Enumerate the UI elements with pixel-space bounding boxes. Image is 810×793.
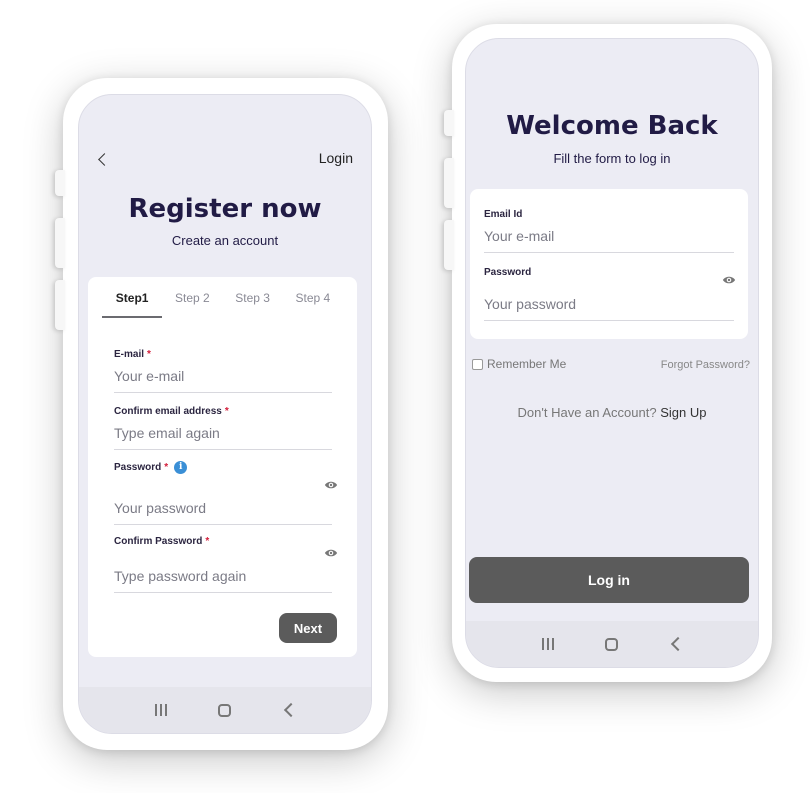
required-mark: * xyxy=(205,536,210,547)
next-button[interactable]: Next xyxy=(279,613,337,643)
chevron-left-icon[interactable] xyxy=(98,153,111,166)
password-field-group: Password * i Your password xyxy=(114,461,338,525)
login-form-card: Email Id Your e-mail Password Your passw… xyxy=(470,189,748,339)
recents-icon[interactable] xyxy=(154,704,167,716)
email-field-group: E-mail * Your e-mail xyxy=(114,349,332,393)
password-label: Password xyxy=(484,267,532,278)
password-input[interactable]: Your password xyxy=(484,296,734,321)
register-screen: Login Register now Create an account Ste… xyxy=(78,94,372,734)
email-label: Email Id xyxy=(484,209,523,220)
side-button xyxy=(444,110,454,136)
login-link[interactable]: Login xyxy=(319,150,353,166)
forgot-password-link[interactable]: Forgot Password? xyxy=(661,359,750,371)
eye-icon[interactable] xyxy=(722,273,736,287)
confirm-email-label: Confirm email address * xyxy=(114,406,332,417)
email-input[interactable]: Your e-mail xyxy=(484,228,734,253)
tab-step-4[interactable]: Step 4 xyxy=(283,287,343,318)
tab-step-3[interactable]: Step 3 xyxy=(223,287,283,318)
page-subtitle: Fill the form to log in xyxy=(553,151,671,166)
home-icon[interactable] xyxy=(217,703,231,717)
side-button xyxy=(444,158,454,208)
side-button xyxy=(55,218,65,268)
back-icon[interactable] xyxy=(670,636,685,652)
register-phone: Login Register now Create an account Ste… xyxy=(55,78,388,750)
password-label: Password * i xyxy=(114,461,332,474)
page-title: Register now xyxy=(128,194,322,224)
confirm-email-field-group: Confirm email address * Type email again xyxy=(114,406,332,450)
step-tabs: Step1 Step 2 Step 3 Step 4 xyxy=(102,287,343,318)
email-field-group: Email Id Your e-mail xyxy=(484,209,734,253)
password-input[interactable]: Your password xyxy=(114,500,332,525)
side-button xyxy=(55,170,65,196)
confirm-email-label-text: Confirm email address xyxy=(114,406,222,417)
required-mark: * xyxy=(164,462,169,474)
no-account-text: Don't Have an Account? xyxy=(517,405,657,420)
email-label-text: E-mail xyxy=(114,349,145,360)
remember-label: Remember Me xyxy=(487,357,567,371)
page-subtitle: Create an account xyxy=(171,233,279,248)
eye-icon[interactable] xyxy=(324,478,338,492)
confirm-password-label: Confirm Password * xyxy=(114,536,332,547)
login-phone: Welcome Back Fill the form to log in Ema… xyxy=(444,24,772,682)
android-nav-bar xyxy=(79,687,371,733)
signup-prompt: Don't Have an Account? Sign Up xyxy=(466,405,758,420)
remember-me[interactable]: Remember Me xyxy=(472,357,566,371)
info-icon[interactable]: i xyxy=(174,461,188,474)
tab-step-2[interactable]: Step 2 xyxy=(162,287,222,318)
login-screen: Welcome Back Fill the form to log in Ema… xyxy=(465,38,759,668)
back-icon[interactable] xyxy=(283,702,298,718)
password-field-group: Password Your password xyxy=(484,267,736,321)
remember-checkbox[interactable] xyxy=(472,358,483,370)
password-label-text: Password xyxy=(114,462,162,474)
tab-step-1[interactable]: Step1 xyxy=(102,287,163,318)
home-icon[interactable] xyxy=(604,637,618,651)
login-button[interactable]: Log in xyxy=(469,557,749,603)
confirm-password-input[interactable]: Type password again xyxy=(114,568,332,593)
register-form-card: Step1 Step 2 Step 3 Step 4 E-mail * Your … xyxy=(88,277,357,657)
email-label: E-mail * xyxy=(114,349,332,360)
android-nav-bar xyxy=(466,621,758,667)
required-mark: * xyxy=(147,349,151,360)
side-button xyxy=(55,280,65,330)
confirm-email-input[interactable]: Type email again xyxy=(114,425,332,450)
confirm-password-field-group: Confirm Password * Type password again xyxy=(114,536,338,593)
side-button xyxy=(444,220,454,270)
page-title: Welcome Back xyxy=(506,111,718,141)
confirm-password-label-text: Confirm Password xyxy=(114,536,203,547)
required-mark: * xyxy=(224,406,229,417)
email-input[interactable]: Your e-mail xyxy=(114,368,332,393)
eye-icon[interactable] xyxy=(324,546,338,560)
recents-icon[interactable] xyxy=(541,638,554,650)
sign-up-link[interactable]: Sign Up xyxy=(660,405,706,420)
